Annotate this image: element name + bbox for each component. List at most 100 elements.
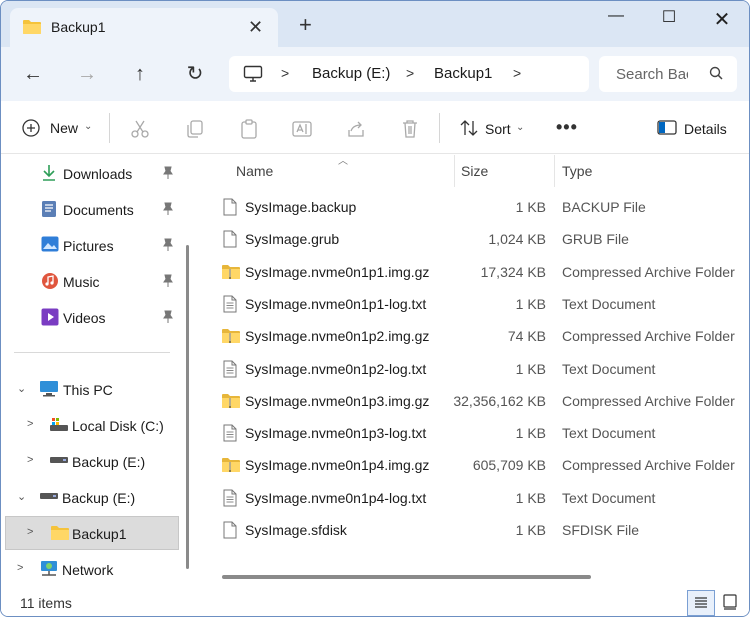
refresh-button[interactable]: ↻ [179,60,211,88]
explorer-window: Backup1 ✕ + — ☐ ✕ ← → ↑ ↻ > Backup (E:) … [0,0,750,617]
search-input[interactable]: Search Backup1 [616,66,688,83]
search-icon[interactable] [709,66,723,83]
close-window-button[interactable]: ✕ [699,7,745,31]
navigation-pane: Downloads Documents Pictures Music Video… [1,155,197,589]
breadcrumb-backup1[interactable]: Backup1 [434,65,492,82]
expand-chevron-icon[interactable]: > [17,562,23,574]
sidebar-item-music[interactable]: Music [1,265,181,295]
sidebar-item-pictures[interactable]: Pictures [1,229,181,259]
chevron-down-icon: ⌄ [84,121,93,132]
file-name: SysImage.nvme0n1p2.img.gz [245,328,430,345]
new-tab-button[interactable]: + [299,14,312,36]
sidebar-item-downloads[interactable]: Downloads [1,157,181,187]
file-name: SysImage.nvme0n1p3-log.txt [245,425,427,442]
file-row[interactable]: SysImage.nvme0n1p2.img.gz 74 KB Compressed… [201,320,749,352]
file-row[interactable]: SysImage.nvme0n1p1-log.txt 1 KB Text Docum… [201,288,749,320]
file-size: 1 KB [515,199,546,215]
column-header-name[interactable]: Name [236,163,273,179]
breadcrumb-chevron-icon[interactable]: > [281,65,289,81]
pin-icon[interactable] [162,274,174,291]
up-button[interactable]: ↑ [124,60,156,88]
file-type: GRUB File [562,231,629,248]
file-row[interactable]: SysImage.nvme0n1p1.img.gz 17,324 KB Compre… [201,256,749,288]
expand-chevron-icon[interactable]: > [27,454,33,466]
sidebar-item-network[interactable]: > Network [1,553,181,583]
folder-icon [22,19,42,38]
sidebar-item-videos[interactable]: Videos [1,301,181,331]
sort-icon [459,118,479,141]
drive-icon [39,488,59,505]
details-label: Details [684,121,727,137]
cut-icon[interactable] [129,118,151,140]
share-icon[interactable] [345,118,367,140]
chevron-down-icon: ⌄ [516,122,525,133]
delete-icon[interactable] [399,118,421,140]
minimize-button[interactable]: — [593,7,639,29]
sidebar-item-backup1[interactable]: > Backup1 [5,516,179,550]
sidebar-item-label: Local Disk (C:) [72,418,164,434]
file-row[interactable]: SysImage.sfdisk 1 KB SFDISK File [201,514,749,546]
sidebar-item-local-disk[interactable]: > Local Disk (C:) [1,409,181,439]
tiles-view-button[interactable] [717,590,745,616]
details-view-button[interactable] [687,590,715,616]
column-divider[interactable] [454,155,455,187]
sidebar-scrollbar[interactable] [186,245,189,569]
title-bar: Backup1 ✕ + — ☐ ✕ [1,1,749,47]
file-size: 1,024 KB [488,231,546,248]
pin-icon[interactable] [162,202,174,219]
paste-icon[interactable] [238,118,260,140]
file-icon [223,198,237,219]
file-row[interactable]: SysImage.nvme0n1p3-log.txt 1 KB Text Docum… [201,417,749,449]
file-type: Text Document [562,295,656,312]
sidebar-item-backup-e-child[interactable]: > Backup (E:) [1,445,181,475]
file-size: 1 KB [515,360,546,377]
file-type: BACKUP File [562,199,646,215]
file-row[interactable]: SysImage.nvme0n1p4.img.gz 605,709 KB Compr… [201,449,749,481]
file-name: SysImage.backup [245,199,357,215]
column-header-size[interactable]: Size [461,163,488,179]
collapse-chevron-icon[interactable]: ⌄ [17,490,26,503]
column-header-type[interactable]: Type [562,163,592,179]
breadcrumb-chevron-icon[interactable]: > [513,65,521,81]
local-disk-icon [49,416,69,435]
address-bar[interactable]: > Backup (E:) > Backup1 > [229,56,589,92]
file-type: Text Document [562,489,656,506]
file-row[interactable]: SysImage.nvme0n1p4-log.txt 1 KB Text Docum… [201,482,749,514]
search-box[interactable]: Search Backup1 [599,56,737,92]
details-pane-icon [657,119,677,140]
file-row[interactable]: SysImage.nvme0n1p2-log.txt 1 KB Text Docum… [201,353,749,385]
sidebar-divider [14,352,170,353]
back-button[interactable]: ← [17,60,49,88]
sidebar-item-this-pc[interactable]: ⌄ This PC [1,373,181,403]
toolbar-divider [109,113,110,143]
file-row[interactable]: SysImage.grub 1,024 KB GRUB File [201,223,749,255]
file-name: SysImage.sfdisk [245,522,347,538]
sidebar-item-label: Backup1 [72,526,127,542]
maximize-button[interactable]: ☐ [646,7,692,29]
column-divider[interactable] [554,155,555,187]
tab-backup1[interactable]: Backup1 ✕ [10,8,278,47]
expand-chevron-icon[interactable]: > [27,526,33,538]
horizontal-scrollbar[interactable] [222,575,591,579]
sidebar-item-backup-e[interactable]: ⌄ Backup (E:) [1,481,181,511]
sidebar-item-documents[interactable]: Documents [1,193,181,223]
more-options-button[interactable]: ••• [556,117,578,138]
breadcrumb-backup-e[interactable]: Backup (E:) [312,65,390,82]
pin-icon[interactable] [162,238,174,255]
copy-icon[interactable] [184,118,206,140]
pin-icon[interactable] [162,166,174,183]
file-size: 605,709 KB [472,457,546,474]
plus-circle-icon [21,118,41,141]
column-headers: ︿ Name Size Type [201,155,749,187]
videos-icon [41,308,59,329]
rename-icon[interactable] [291,118,313,140]
file-row[interactable]: SysImage.nvme0n1p3.img.gz 32,356,162 KB Co… [201,385,749,417]
collapse-chevron-icon[interactable]: ⌄ [17,382,26,395]
pin-icon[interactable] [162,310,174,327]
close-tab-icon[interactable]: ✕ [248,17,263,38]
breadcrumb-chevron-icon[interactable]: > [406,65,414,81]
file-name: SysImage.grub [245,231,340,248]
forward-button[interactable]: → [71,60,103,88]
expand-chevron-icon[interactable]: > [27,418,33,430]
file-row[interactable]: SysImage.backup 1 KB BACKUP File [201,191,749,223]
